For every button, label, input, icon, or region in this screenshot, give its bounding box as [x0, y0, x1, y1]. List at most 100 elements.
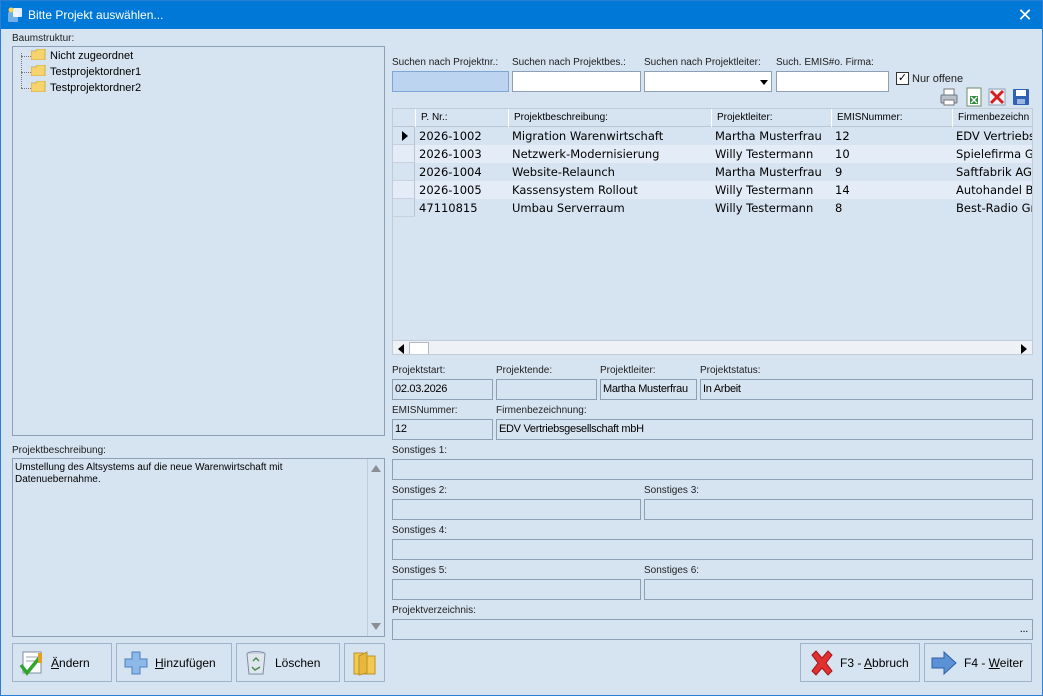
browse-directory-button[interactable]: ...: [1020, 623, 1029, 635]
search-emis-label: Such. EMIS#o. Firma:: [776, 57, 874, 68]
search-lead-dropdown[interactable]: [644, 71, 772, 92]
misc5-label: Sonstiges 5:: [392, 565, 448, 576]
cell-description[interactable]: Kassensystem Rollout: [508, 181, 711, 199]
cancel-button-label: F3 - Abbruch: [840, 656, 909, 670]
folder-tree[interactable]: Nicht zugeordnet Testprojektordner1 Test…: [12, 46, 385, 436]
cell-emis[interactable]: 8: [831, 199, 952, 217]
scroll-up-icon[interactable]: [371, 465, 381, 472]
scroll-down-icon[interactable]: [371, 623, 381, 630]
tree-label: Baumstruktur:: [12, 33, 75, 44]
tree-item-testfolder2[interactable]: Testprojektordner2: [21, 81, 141, 95]
cell-firm[interactable]: EDV Vertriebsg: [952, 127, 1032, 145]
status-label: Projektstatus:: [700, 365, 761, 376]
delete-button[interactable]: Löschen: [236, 643, 340, 682]
search-lead-field[interactable]: [645, 72, 771, 91]
cell-nr[interactable]: 2026-1005: [415, 181, 508, 199]
cancel-prefix: F3 -: [840, 656, 865, 670]
close-button[interactable]: ✕: [1014, 4, 1036, 26]
open-folder-button[interactable]: [344, 643, 385, 682]
edit-button[interactable]: Ändern: [12, 643, 112, 682]
column-header-firm[interactable]: Firmenbezeichn: [952, 109, 1032, 127]
folder-icon: [31, 65, 46, 76]
cell-lead[interactable]: Willy Testermann: [711, 199, 831, 217]
detail-emis-field: 12: [392, 419, 493, 440]
cell-description[interactable]: Netzwerk-Modernisierung: [508, 145, 711, 163]
cell-lead[interactable]: Willy Testermann: [711, 145, 831, 163]
tree-item-unassigned[interactable]: Nicht zugeordnet: [21, 49, 133, 63]
next-button[interactable]: F4 - Weiter: [924, 643, 1032, 682]
search-desc-label: Suchen nach Projektbes.:: [512, 57, 626, 68]
misc6-field: [644, 579, 1033, 600]
folder-open-icon: [353, 651, 376, 676]
app-icon: [8, 7, 22, 22]
checkmark-edit-icon: [19, 651, 42, 676]
tree-item-label: Testprojektordner1: [50, 66, 142, 78]
search-nr-field[interactable]: [393, 72, 508, 91]
cell-firm[interactable]: Best-Radio Gm: [952, 199, 1032, 217]
cell-nr[interactable]: 2026-1004: [415, 163, 508, 181]
cell-description[interactable]: Website-Relaunch: [508, 163, 711, 181]
description-textarea[interactable]: Umstellung des Altsystems auf die neue W…: [12, 458, 385, 637]
row-selector[interactable]: [393, 127, 415, 145]
cancel-button[interactable]: F3 - Abbruch: [800, 643, 920, 682]
row-selector[interactable]: [393, 181, 415, 199]
cell-emis[interactable]: 9: [831, 163, 952, 181]
folder-icon: [31, 81, 46, 92]
cell-firm[interactable]: Autohandel Ba: [952, 181, 1032, 199]
red-x-icon[interactable]: [987, 87, 1007, 107]
chevron-down-icon[interactable]: [760, 80, 768, 85]
only-open-checkbox[interactable]: ✓: [896, 72, 909, 85]
description-label: Projektbeschreibung:: [12, 445, 106, 456]
misc4-field: [392, 539, 1033, 560]
window-title: Bitte Projekt auswählen...: [28, 8, 164, 22]
next-button-label: F4 - Weiter: [964, 656, 1023, 670]
table-row[interactable]: 2026-1002 Migration Warenwirtschaft Mart…: [393, 127, 1032, 145]
start-label: Projektstart:: [392, 365, 446, 376]
column-header-description[interactable]: Projektbeschreibung:: [508, 109, 711, 127]
scrollbar-thumb[interactable]: [409, 342, 429, 354]
column-header-lead[interactable]: Projektleiter:: [711, 109, 831, 127]
directory-field: ...: [392, 619, 1033, 640]
status-field: In Arbeit: [700, 379, 1033, 400]
detail-lead-label: Projektleiter:: [600, 365, 656, 376]
description-scrollbar[interactable]: [367, 459, 384, 636]
scroll-right-icon[interactable]: [1021, 344, 1027, 354]
project-table[interactable]: P. Nr.: Projektbeschreibung: Projektleit…: [392, 108, 1033, 355]
add-button[interactable]: Hinzufügen: [116, 643, 232, 682]
row-selector[interactable]: [393, 199, 415, 217]
save-disk-icon[interactable]: [1011, 87, 1031, 107]
cell-emis[interactable]: 10: [831, 145, 952, 163]
cell-firm[interactable]: Spielefirma Gr: [952, 145, 1032, 163]
cell-description[interactable]: Migration Warenwirtschaft: [508, 127, 711, 145]
cell-lead[interactable]: Martha Musterfrau: [711, 127, 831, 145]
excel-export-icon[interactable]: [964, 87, 984, 107]
search-nr-input[interactable]: [392, 71, 509, 92]
printer-icon[interactable]: [939, 87, 959, 107]
add-underline: H: [155, 656, 164, 670]
column-header-emis[interactable]: EMISNummer:: [831, 109, 952, 127]
cell-nr[interactable]: 2026-1002: [415, 127, 508, 145]
table-row[interactable]: 47110815 Umbau Serverraum Willy Testerma…: [393, 199, 1032, 217]
search-emis-field[interactable]: [777, 72, 888, 91]
scroll-left-icon[interactable]: [398, 344, 404, 354]
cell-emis[interactable]: 12: [831, 127, 952, 145]
search-desc-input[interactable]: [512, 71, 641, 92]
cancel-rest: bbruch: [872, 656, 909, 670]
row-selector[interactable]: [393, 163, 415, 181]
search-desc-field[interactable]: [513, 72, 640, 91]
table-row[interactable]: 2026-1005 Kassensystem Rollout Willy Tes…: [393, 181, 1032, 199]
table-horizontal-scrollbar[interactable]: [393, 340, 1032, 354]
cell-emis[interactable]: 14: [831, 181, 952, 199]
cell-lead[interactable]: Martha Musterfrau: [711, 163, 831, 181]
column-header-nr[interactable]: P. Nr.:: [415, 109, 508, 127]
table-row[interactable]: 2026-1004 Website-Relaunch Martha Muster…: [393, 163, 1032, 181]
tree-item-testfolder1[interactable]: Testprojektordner1: [21, 65, 142, 79]
search-emis-input[interactable]: [776, 71, 889, 92]
table-row[interactable]: 2026-1003 Netzwerk-Modernisierung Willy …: [393, 145, 1032, 163]
cell-lead[interactable]: Willy Testermann: [711, 181, 831, 199]
row-selector[interactable]: [393, 145, 415, 163]
cell-firm[interactable]: Saftfabrik AG: [952, 163, 1032, 181]
cell-description[interactable]: Umbau Serverraum: [508, 199, 711, 217]
cell-nr[interactable]: 2026-1003: [415, 145, 508, 163]
cell-nr[interactable]: 47110815: [415, 199, 508, 217]
